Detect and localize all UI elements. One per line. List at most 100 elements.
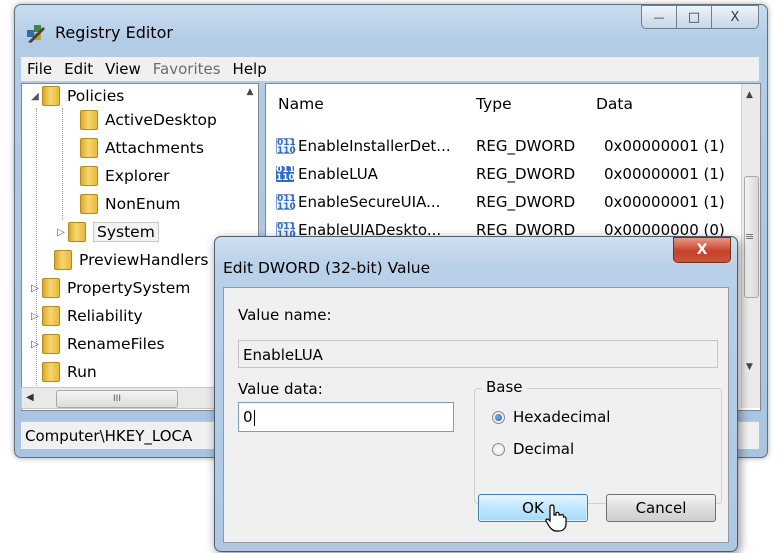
- tree-item-attachments[interactable]: Attachments: [80, 136, 204, 160]
- column-header-type[interactable]: Type: [476, 84, 512, 124]
- tree-item-previewhandlers[interactable]: PreviewHandlers: [54, 248, 208, 272]
- tree-item-label: System: [93, 222, 159, 242]
- close-icon: X: [696, 242, 708, 258]
- menu-favorites[interactable]: Favorites: [147, 60, 227, 78]
- tree-item-system[interactable]: ▷ System: [54, 220, 159, 244]
- value-type: REG_DWORD: [476, 193, 576, 211]
- tree-item-run[interactable]: Run: [42, 360, 97, 384]
- ok-label: OK: [522, 499, 544, 517]
- folder-icon: [80, 194, 98, 214]
- folder-icon: [42, 306, 60, 326]
- tree-item-label: Policies: [67, 87, 125, 105]
- tree-item-policies[interactable]: ◢ Policies: [28, 84, 124, 108]
- values-vertical-scrollbar[interactable]: ▲ ≡ ▼: [741, 84, 760, 408]
- registry-editor-app-icon: [27, 25, 45, 43]
- maximize-button[interactable]: □: [676, 5, 712, 29]
- tree-item-label: Run: [67, 363, 97, 381]
- dialog-body: Value name: EnableLUA Value data: 0 Base…: [223, 287, 729, 543]
- scrollbar-thumb[interactable]: III: [56, 390, 178, 408]
- tree-item-label: NonEnum: [105, 195, 181, 213]
- tree-item-activedesktop[interactable]: ActiveDesktop: [80, 108, 217, 132]
- decimal-radio[interactable]: Decimal: [492, 440, 574, 458]
- tree-scroll-up-icon[interactable]: ▲: [242, 84, 258, 100]
- value-name: EnableLUA: [298, 165, 378, 183]
- column-header-name[interactable]: Name: [278, 84, 324, 124]
- tree-item-label: Explorer: [105, 167, 170, 185]
- hexadecimal-label: Hexadecimal: [513, 408, 611, 426]
- collapsed-triangle-icon[interactable]: ▷: [28, 283, 42, 294]
- folder-icon: [80, 110, 98, 130]
- tree-item-reliability[interactable]: ▷ Reliability: [28, 304, 143, 328]
- value-name-text: EnableLUA: [243, 346, 323, 364]
- radio-selected-icon[interactable]: [492, 410, 505, 424]
- reg-dword-icon: 011 110: [276, 194, 296, 212]
- close-icon: X: [730, 9, 740, 25]
- reg-dword-icon: 011 110: [276, 138, 296, 156]
- menu-view[interactable]: View: [99, 60, 147, 78]
- menu-bar: File Edit View Favorites Help: [21, 57, 759, 81]
- tree-line: [62, 108, 63, 220]
- tree-item-explorer[interactable]: Explorer: [80, 164, 170, 188]
- grip-icon: III: [113, 394, 121, 404]
- minimize-icon: —: [653, 10, 665, 24]
- tree-item-nonenum[interactable]: NonEnum: [80, 192, 180, 216]
- minimize-button[interactable]: —: [641, 5, 677, 29]
- tree-item-propertysystem[interactable]: ▷ PropertySystem: [28, 276, 190, 300]
- value-data: 0x00000001 (1): [604, 137, 725, 155]
- folder-icon: [42, 278, 60, 298]
- value-type: REG_DWORD: [476, 165, 576, 183]
- value-type: REG_DWORD: [476, 137, 576, 155]
- value-data-input[interactable]: 0: [238, 402, 454, 432]
- grip-icon: ≡: [745, 230, 755, 243]
- tree-item-label: PropertySystem: [67, 279, 191, 297]
- base-label: Base: [482, 378, 527, 396]
- folder-icon: [80, 138, 98, 158]
- tree-item-label: Attachments: [105, 139, 204, 157]
- scroll-left-icon[interactable]: ◀: [26, 392, 34, 403]
- value-data: 0x00000001 (1): [604, 193, 725, 211]
- menu-edit[interactable]: Edit: [58, 60, 99, 78]
- folder-icon: [80, 166, 98, 186]
- value-data-label: Value data:: [238, 380, 323, 398]
- value-row[interactable]: 011 110 EnableLUA REG_DWORD 0x00000001 (1…: [266, 162, 746, 186]
- tree-item-label: Reliability: [67, 307, 143, 325]
- cancel-button[interactable]: Cancel: [606, 494, 716, 522]
- reg-dword-icon: 011 110: [276, 165, 295, 183]
- collapsed-triangle-icon[interactable]: ▷: [28, 339, 42, 350]
- folder-icon: [42, 334, 60, 354]
- folder-icon: [42, 362, 60, 382]
- value-data: 0x00000001 (1): [604, 165, 725, 183]
- folder-icon: [54, 250, 72, 270]
- menu-help[interactable]: Help: [227, 60, 273, 78]
- maximize-icon: □: [687, 9, 701, 25]
- column-header-data[interactable]: Data: [596, 84, 633, 124]
- expanded-triangle-icon[interactable]: ◢: [28, 91, 42, 102]
- collapsed-triangle-icon[interactable]: ▷: [54, 227, 68, 238]
- decimal-label: Decimal: [513, 440, 575, 458]
- tree-item-label: ActiveDesktop: [105, 111, 217, 129]
- ok-button[interactable]: OK: [478, 494, 588, 522]
- value-name-field: EnableLUA: [238, 340, 718, 368]
- dialog-close-button[interactable]: X: [673, 237, 731, 263]
- close-button[interactable]: X: [711, 5, 759, 29]
- value-row[interactable]: 011 110 EnableSecureUIA... REG_DWORD 0x00…: [266, 190, 746, 214]
- value-row[interactable]: 011 110 EnableInstallerDet... REG_DWORD 0…: [266, 134, 746, 158]
- radio-unselected-icon[interactable]: [492, 442, 505, 456]
- text-caret: [253, 409, 255, 426]
- window-title: Registry Editor: [55, 23, 173, 42]
- value-name-label: Value name:: [238, 306, 332, 324]
- scroll-down-icon[interactable]: ▼: [746, 362, 753, 372]
- menu-file[interactable]: File: [21, 60, 58, 78]
- value-name: EnableSecureUIA...: [298, 193, 441, 211]
- folder-icon: [42, 86, 60, 106]
- tree-item-renamefiles[interactable]: ▷ RenameFiles: [28, 332, 165, 356]
- caption-buttons: — □ X: [641, 5, 759, 29]
- value-name: EnableInstallerDet...: [298, 137, 451, 155]
- scroll-up-icon[interactable]: ▲: [746, 90, 753, 100]
- cancel-label: Cancel: [635, 499, 687, 517]
- collapsed-triangle-icon[interactable]: ▷: [28, 311, 42, 322]
- dialog-title: Edit DWORD (32-bit) Value: [223, 259, 431, 277]
- value-data-text: 0: [243, 408, 253, 426]
- hexadecimal-radio[interactable]: Hexadecimal: [492, 408, 610, 426]
- tree-item-label: RenameFiles: [67, 335, 165, 353]
